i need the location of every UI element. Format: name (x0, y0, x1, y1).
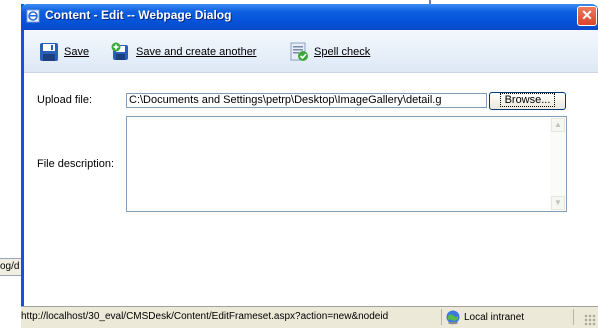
scroll-down-icon[interactable]: ▼ (551, 196, 565, 210)
background-tab-label: og/d (0, 261, 20, 272)
ie-page-icon (26, 9, 40, 23)
spell-check-icon (290, 42, 308, 61)
globe-intranet-icon (446, 310, 460, 325)
status-bar: http://localhost/30_eval/CMSDesk/Content… (21, 306, 598, 328)
dialog-title: Content - Edit -- Webpage Dialog (45, 8, 232, 22)
toolbar: Save Save and create another Spell check (24, 30, 598, 73)
status-url: http://localhost/30_eval/CMSDesk/Content… (21, 311, 389, 322)
close-icon: ✕ (581, 7, 593, 23)
security-zone-label: Local intranet (464, 311, 525, 323)
file-description-textarea[interactable]: ▲ ▼ (126, 116, 567, 212)
description-scrollbar[interactable]: ▲ ▼ (550, 117, 566, 211)
browse-button[interactable]: Browse... (489, 92, 566, 110)
save-label: Save (64, 46, 90, 58)
scroll-up-icon[interactable]: ▲ (551, 118, 565, 132)
save-and-create-another-button[interactable]: Save and create another (111, 42, 256, 62)
spell-check-button[interactable]: Spell check (289, 42, 370, 62)
close-button[interactable]: ✕ (577, 6, 597, 26)
save-button[interactable]: Save (39, 42, 89, 62)
upload-file-label: Upload file: (37, 94, 93, 106)
file-description-label: File description: (37, 158, 115, 170)
floppy-disk-add-icon (111, 42, 128, 60)
browse-label: Browse... (499, 93, 556, 107)
upload-file-value: C:\Documents and Settings\petrp\Desktop\… (129, 94, 442, 106)
spell-check-label: Spell check (314, 46, 371, 58)
resize-grip-icon[interactable] (584, 314, 596, 326)
floppy-disk-icon (40, 43, 58, 61)
upload-file-input[interactable]: C:\Documents and Settings\petrp\Desktop\… (126, 93, 487, 108)
security-zone[interactable]: Local intranet (441, 307, 524, 327)
status-separator (573, 309, 574, 325)
save-and-create-another-label: Save and create another (136, 46, 257, 58)
dialog-titlebar[interactable]: Content - Edit -- Webpage Dialog ✕ (21, 4, 598, 30)
